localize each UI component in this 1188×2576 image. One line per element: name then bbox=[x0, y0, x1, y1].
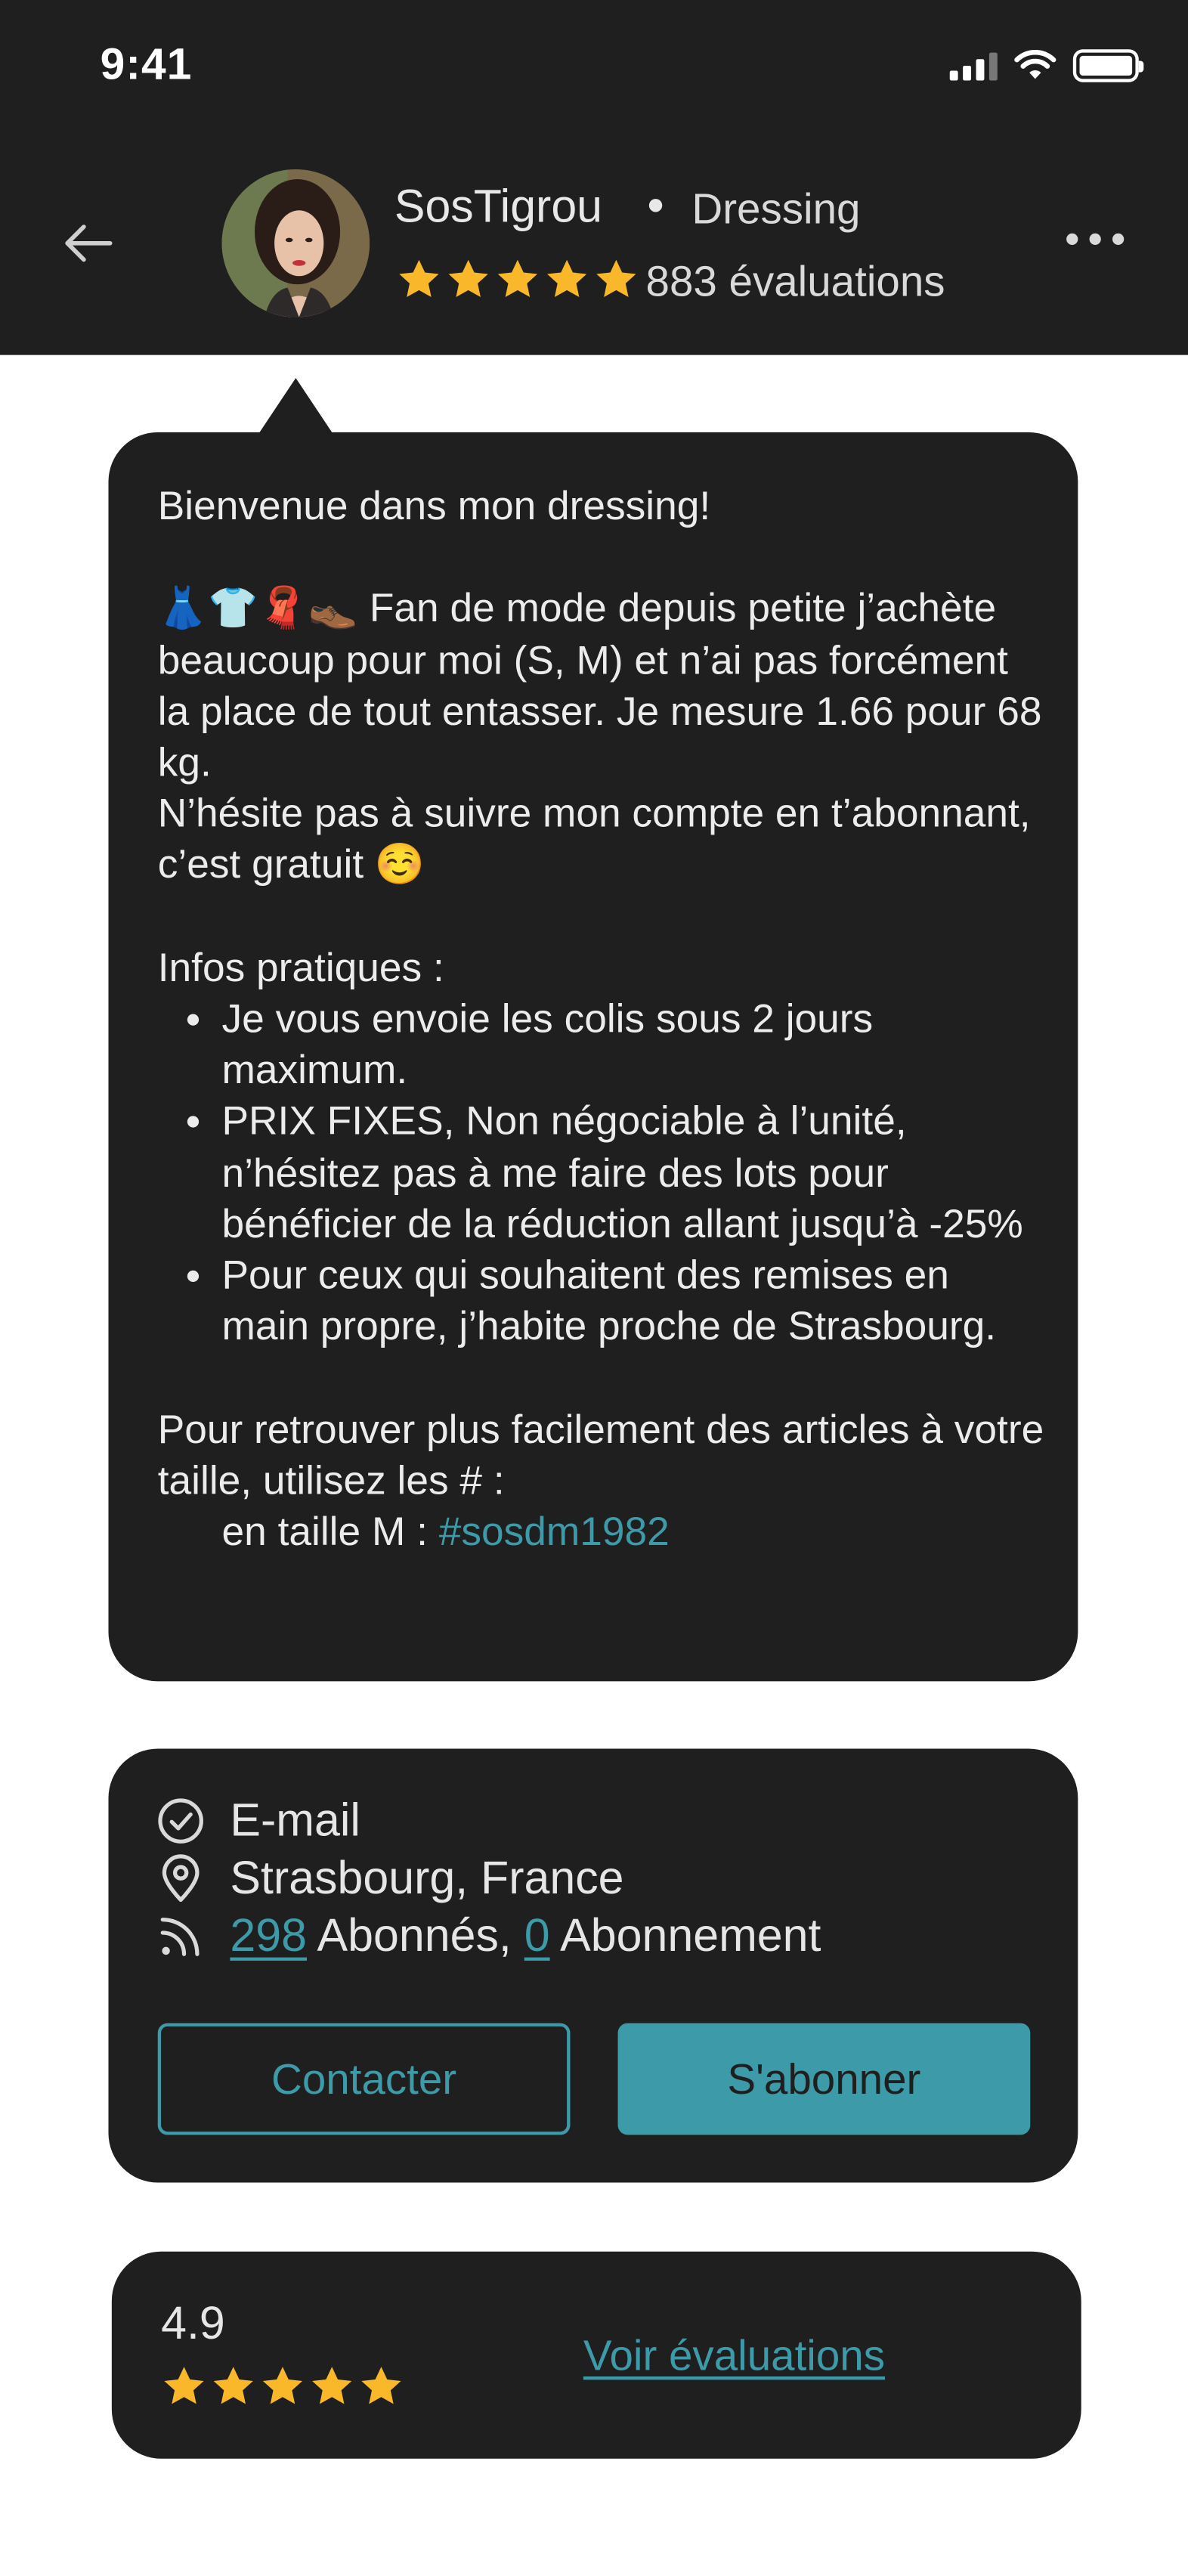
bio-hashtag-link[interactable]: #sosdm1982 bbox=[439, 1510, 670, 1555]
see-reviews-link[interactable]: Voir évaluations bbox=[583, 2330, 885, 2381]
location-pin-icon bbox=[154, 1852, 207, 1905]
bio-info-item: Je vous envoie les colis sous 2 jours ma… bbox=[222, 994, 1045, 1097]
followers-count-link[interactable]: 298 bbox=[230, 1910, 307, 1963]
star-icon bbox=[448, 259, 488, 297]
following-label: Abonnement bbox=[549, 1909, 821, 1961]
contact-button[interactable]: Contacter bbox=[157, 2023, 571, 2135]
status-icons bbox=[949, 49, 1144, 82]
bio-infos-title: Infos pratiques : bbox=[157, 946, 444, 991]
location-text: Strasbourg, France bbox=[230, 1852, 624, 1903]
separator-dot bbox=[648, 199, 663, 212]
star-icon bbox=[547, 259, 587, 297]
username: SosTigrou bbox=[394, 181, 603, 232]
rss-feed-icon bbox=[154, 1910, 207, 1963]
bio-text[interactable]: Bienvenue dans mon dressing! 👗👕🧣👞 Fan de… bbox=[158, 481, 1045, 1629]
followers-row: 298 Abonnés, 0 Abonnement bbox=[154, 1910, 821, 1963]
wifi-icon bbox=[1014, 50, 1057, 79]
bio-fade bbox=[108, 1615, 1078, 1682]
bio-info-item: PRIX FIXES, Non négociable à l’unité, n’… bbox=[222, 1097, 1045, 1251]
bio-pointer bbox=[256, 378, 336, 438]
following-count-link[interactable]: 0 bbox=[524, 1910, 550, 1963]
bio-hashtag-list: en taille M : #sosdm1982 bbox=[158, 1507, 1045, 1559]
rating-value: 4.9 bbox=[161, 2297, 225, 2349]
rating-stars bbox=[161, 2364, 404, 2410]
star-icon bbox=[312, 2367, 352, 2404]
profile-screen: 9:41 SosTigrou Dressing 883 évaluations … bbox=[0, 0, 1188, 2576]
follow-button[interactable]: S'abonner bbox=[617, 2023, 1031, 2135]
bio-hashtag-intro: Pour retrouver plus facilement des artic… bbox=[157, 1407, 1044, 1504]
bio-intro: 👗👕🧣👞 Fan de mode depuis petite j’achète … bbox=[158, 584, 1045, 789]
star-icon bbox=[262, 2367, 303, 2404]
cellular-signal-icon bbox=[949, 51, 998, 81]
review-count: 883 évaluations bbox=[645, 256, 945, 306]
check-circle-icon bbox=[154, 1794, 207, 1847]
status-time: 9:41 bbox=[100, 39, 193, 89]
star-icon bbox=[361, 2367, 401, 2404]
bio-infos-list: Je vous envoie les colis sous 2 jours ma… bbox=[158, 994, 1045, 1353]
profile-header: 9:41 SosTigrou Dressing 883 évaluations bbox=[0, 0, 1188, 355]
avatar[interactable] bbox=[221, 169, 370, 317]
star-icon bbox=[596, 259, 636, 297]
star-icon bbox=[213, 2367, 253, 2404]
bio-emojis: 👗👕🧣👞 bbox=[157, 587, 359, 632]
rating-card: 4.9 Voir évaluations bbox=[111, 2251, 1081, 2459]
back-arrow-icon[interactable] bbox=[59, 214, 118, 273]
bio-info-item: Pour ceux qui souhaitent des remises en … bbox=[222, 1251, 1045, 1354]
star-icon bbox=[164, 2367, 204, 2404]
bio-hashtag-item: en taille M : #sosdm1982 bbox=[222, 1507, 1045, 1559]
star-icon bbox=[497, 259, 538, 297]
location-row: Strasbourg, France bbox=[154, 1852, 624, 1905]
followers-label: Abonnés, bbox=[306, 1909, 524, 1961]
bio-card: Bienvenue dans mon dressing! 👗👕🧣👞 Fan de… bbox=[108, 432, 1078, 1682]
header-rating-stars bbox=[396, 256, 639, 302]
email-label: E-mail bbox=[230, 1794, 360, 1846]
email-verified-row: E-mail bbox=[154, 1794, 360, 1847]
bio-follow-text: N’hésite pas à suivre mon compte en t’ab… bbox=[157, 792, 1031, 889]
profile-category: Dressing bbox=[691, 184, 861, 234]
more-options-icon[interactable] bbox=[1060, 227, 1130, 252]
bio-greeting: Bienvenue dans mon dressing! bbox=[157, 485, 711, 530]
battery-icon bbox=[1072, 49, 1144, 82]
bio-hashtag-prefix: en taille M : bbox=[221, 1510, 439, 1555]
star-icon bbox=[399, 259, 439, 297]
